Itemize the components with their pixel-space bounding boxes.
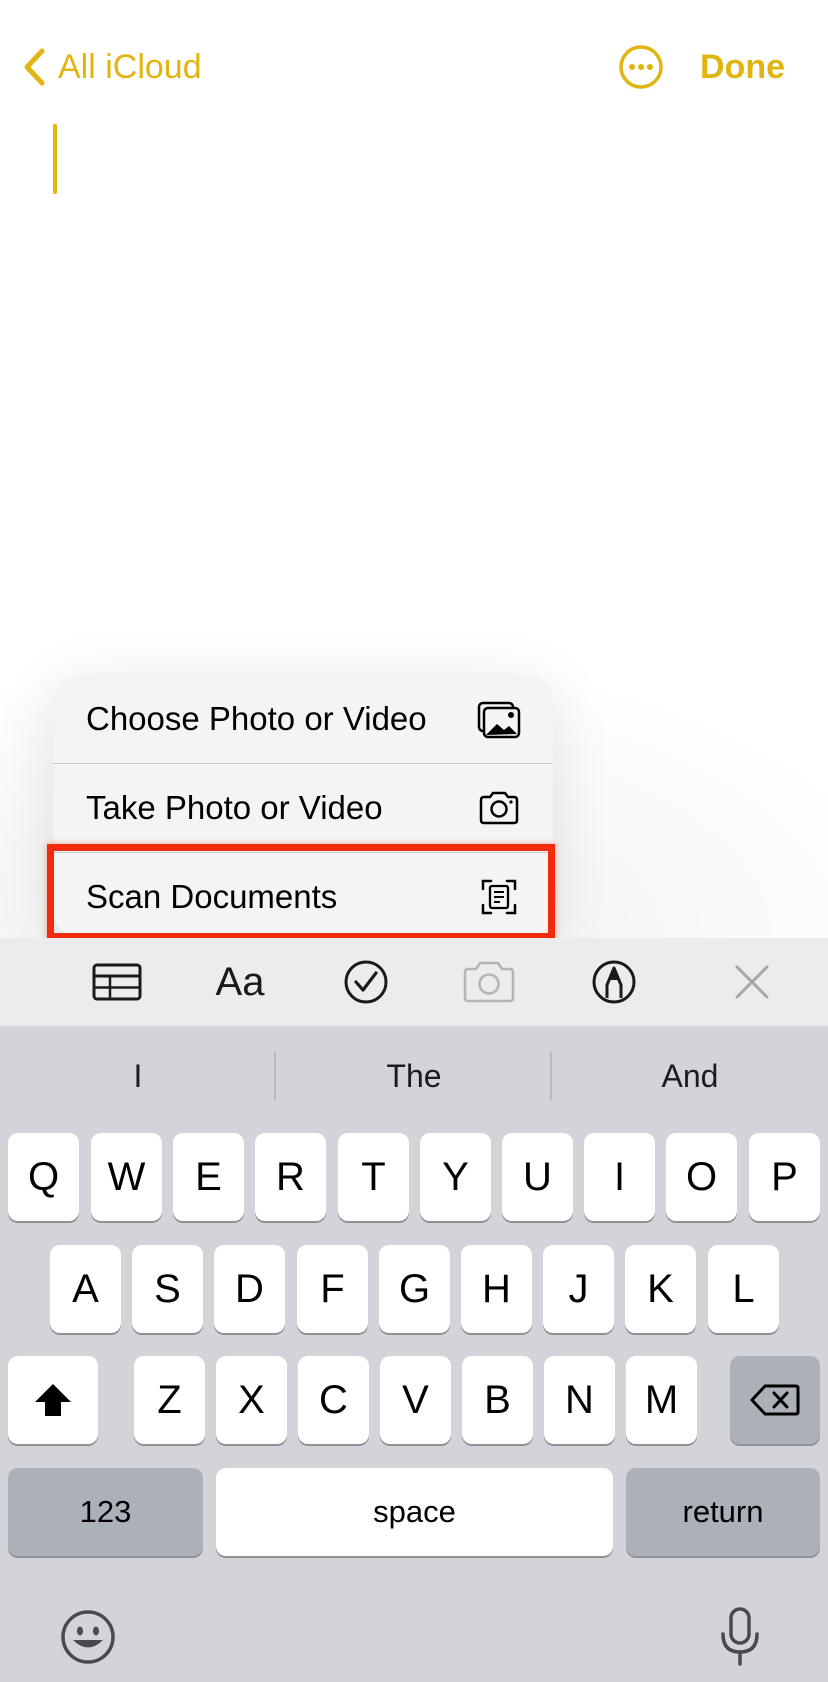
checklist-icon bbox=[344, 960, 388, 1004]
markup-icon bbox=[592, 960, 636, 1004]
space-key[interactable]: space bbox=[216, 1468, 613, 1556]
key-s[interactable]: S bbox=[132, 1245, 203, 1333]
more-options-button[interactable] bbox=[618, 44, 664, 90]
format-toolbar: Aa bbox=[0, 938, 828, 1026]
numbers-key[interactable]: 123 bbox=[8, 1468, 203, 1556]
key-b[interactable]: B bbox=[462, 1356, 533, 1444]
ellipsis-circle-icon bbox=[619, 45, 663, 89]
key-f[interactable]: F bbox=[297, 1245, 368, 1333]
suggestion-1[interactable]: I bbox=[0, 1026, 276, 1126]
back-label: All iCloud bbox=[58, 47, 202, 86]
shift-key[interactable] bbox=[8, 1356, 98, 1444]
key-o[interactable]: O bbox=[666, 1133, 737, 1221]
microphone-icon[interactable] bbox=[718, 1606, 762, 1668]
table-icon bbox=[92, 963, 142, 1001]
key-t[interactable]: T bbox=[338, 1133, 409, 1221]
emoji-icon[interactable] bbox=[60, 1609, 116, 1665]
text-format-button[interactable]: Aa bbox=[212, 956, 268, 1008]
key-h[interactable]: H bbox=[461, 1245, 532, 1333]
key-k[interactable]: K bbox=[625, 1245, 696, 1333]
camera-icon bbox=[463, 961, 515, 1003]
navigation-bar: All iCloud Done bbox=[0, 0, 828, 130]
suggestion-3[interactable]: And bbox=[552, 1026, 828, 1126]
key-e[interactable]: E bbox=[173, 1133, 244, 1221]
back-button[interactable]: All iCloud bbox=[22, 44, 202, 90]
camera-button[interactable] bbox=[461, 956, 517, 1008]
menu-item-choose-photo[interactable]: Choose Photo or Video bbox=[53, 675, 553, 763]
done-button[interactable]: Done bbox=[700, 44, 785, 90]
photo-library-icon bbox=[477, 701, 521, 739]
menu-item-take-photo[interactable]: Take Photo or Video bbox=[53, 764, 553, 852]
key-y[interactable]: Y bbox=[420, 1133, 491, 1221]
key-n[interactable]: N bbox=[544, 1356, 615, 1444]
text-cursor bbox=[53, 124, 57, 194]
key-d[interactable]: D bbox=[214, 1245, 285, 1333]
markup-button[interactable] bbox=[586, 956, 642, 1008]
chevron-left-icon bbox=[24, 48, 45, 86]
key-l[interactable]: L bbox=[708, 1245, 779, 1333]
shift-icon bbox=[35, 1384, 71, 1416]
key-g[interactable]: G bbox=[379, 1245, 450, 1333]
delete-backward-icon bbox=[750, 1384, 800, 1416]
scan-documents-highlight bbox=[47, 844, 555, 940]
checklist-button[interactable] bbox=[338, 956, 394, 1008]
table-button[interactable] bbox=[89, 956, 145, 1008]
key-a[interactable]: A bbox=[50, 1245, 121, 1333]
menu-item-label: Choose Photo or Video bbox=[86, 700, 427, 737]
key-j[interactable]: J bbox=[543, 1245, 614, 1333]
key-p[interactable]: P bbox=[749, 1133, 820, 1221]
return-key[interactable]: return bbox=[626, 1468, 820, 1556]
menu-item-label: Take Photo or Video bbox=[86, 789, 383, 826]
key-u[interactable]: U bbox=[502, 1133, 573, 1221]
keyboard: I The And Q W E R T Y U I O P A S D F G … bbox=[0, 1026, 828, 1682]
key-v[interactable]: V bbox=[380, 1356, 451, 1444]
camera-icon bbox=[479, 791, 519, 825]
delete-key[interactable] bbox=[730, 1356, 820, 1444]
key-m[interactable]: M bbox=[626, 1356, 697, 1444]
key-w[interactable]: W bbox=[91, 1133, 162, 1221]
close-icon bbox=[735, 965, 769, 999]
key-i[interactable]: I bbox=[584, 1133, 655, 1221]
close-toolbar-button[interactable] bbox=[724, 956, 780, 1008]
key-r[interactable]: R bbox=[255, 1133, 326, 1221]
key-q[interactable]: Q bbox=[8, 1133, 79, 1221]
key-c[interactable]: C bbox=[298, 1356, 369, 1444]
suggestion-2[interactable]: The bbox=[276, 1026, 552, 1126]
key-z[interactable]: Z bbox=[134, 1356, 205, 1444]
key-x[interactable]: X bbox=[216, 1356, 287, 1444]
